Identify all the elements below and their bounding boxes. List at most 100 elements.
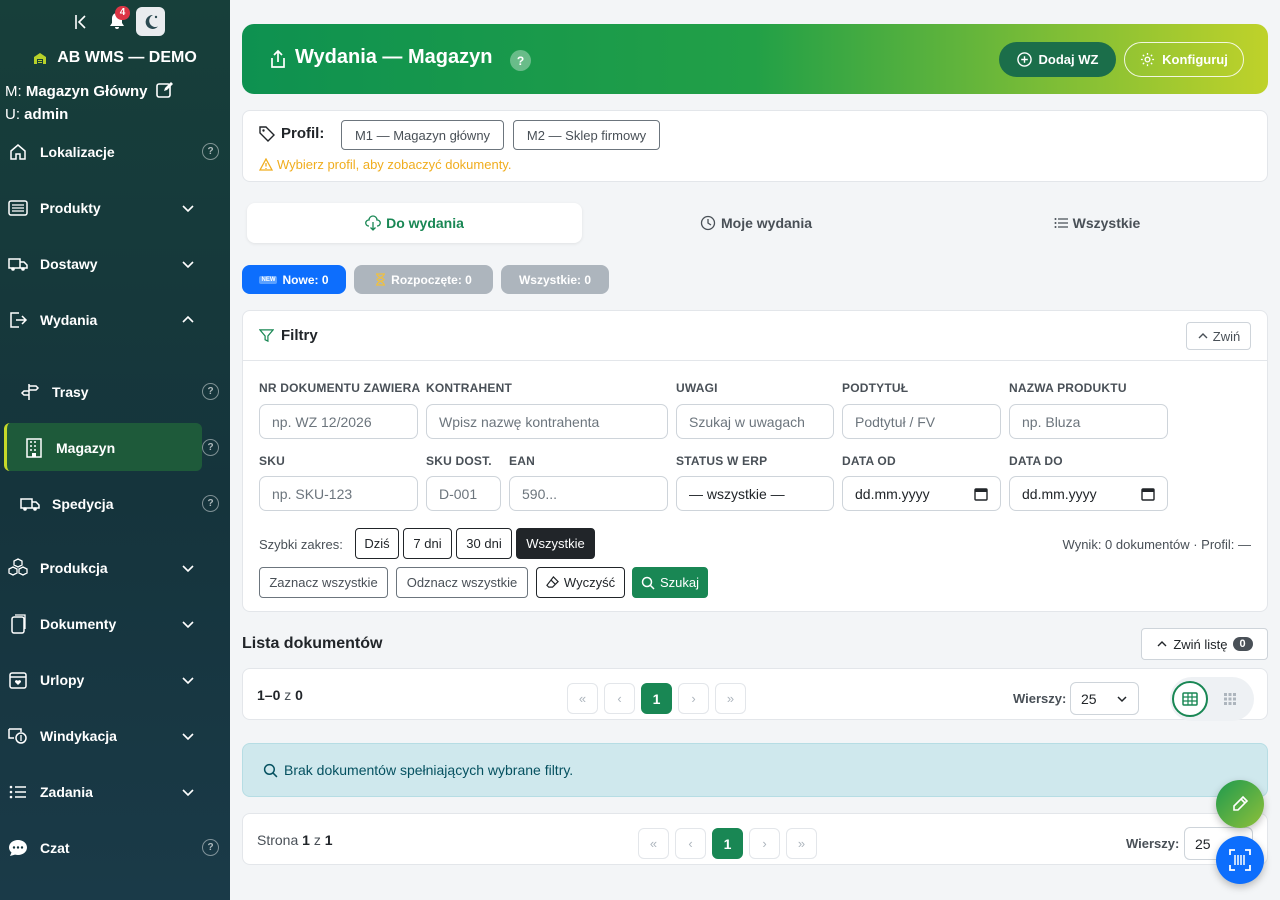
- ean-input[interactable]: 590...: [509, 476, 668, 511]
- last-page-button[interactable]: »: [786, 828, 817, 859]
- subtitle-input[interactable]: Podtytuł / FV: [842, 404, 1001, 439]
- sidebar-item-dostawy[interactable]: Dostawy: [0, 246, 230, 282]
- help-icon[interactable]: ?: [202, 383, 219, 400]
- quick-7-days-button[interactable]: 7 dni: [403, 528, 452, 559]
- tab-wszystkie[interactable]: Wszystkie: [930, 203, 1264, 243]
- search-label: Szukaj: [659, 575, 700, 590]
- quick-30-days-button[interactable]: 30 dni: [456, 528, 512, 559]
- sidebar-item-trasy[interactable]: Trasy ?: [0, 374, 230, 410]
- list-title: Lista dokumentów: [242, 635, 383, 652]
- warehouse-context: M: Magazyn Główny: [5, 81, 174, 102]
- sidebar-item-spedycja[interactable]: Spedycja ?: [0, 486, 230, 522]
- calendar-icon[interactable]: [1141, 487, 1155, 501]
- box-arrow-right-icon: [8, 310, 28, 330]
- profile-warning-text: Wybierz profil, aby zobaczyć dokumenty.: [277, 157, 512, 172]
- warehouse-name: Magazyn Główny: [25, 83, 148, 100]
- next-page-button[interactable]: ›: [749, 828, 780, 859]
- rows-per-page-value: 25: [1081, 690, 1097, 707]
- help-icon[interactable]: ?: [202, 143, 219, 160]
- counter-started-label: Rozpoczęte: 0: [391, 272, 472, 287]
- calendar-icon[interactable]: [974, 487, 988, 501]
- sidebar: 4 AB WMS — DEMO M: Magazyn Główny U: adm…: [0, 0, 230, 900]
- notes-label: UWAGI: [676, 381, 718, 395]
- search-icon: [263, 763, 278, 778]
- tab-do-wydania[interactable]: Do wydania: [247, 203, 582, 243]
- date-from-label: DATA OD: [842, 454, 896, 468]
- configure-button[interactable]: Konfiguruj: [1124, 42, 1244, 77]
- list-count-badge: 0: [1232, 637, 1253, 651]
- moon-stars-icon[interactable]: [136, 7, 165, 36]
- edit-warehouse-icon[interactable]: [155, 81, 174, 99]
- current-page-button[interactable]: 1: [712, 828, 743, 859]
- sidebar-item-magazyn[interactable]: Magazyn ?: [0, 430, 230, 466]
- sidebar-item-produkty[interactable]: Produkty: [0, 190, 230, 226]
- counter-started[interactable]: Rozpoczęte: 0: [354, 265, 493, 294]
- last-page-button[interactable]: »: [715, 683, 746, 714]
- first-page-button[interactable]: «: [567, 683, 598, 714]
- filters-collapse-button[interactable]: Zwiń: [1186, 322, 1251, 350]
- sidebar-item-czat[interactable]: Czat ?: [0, 830, 230, 866]
- deselect-all-button[interactable]: Odznacz wszystkie: [396, 567, 528, 598]
- edit-fab-button[interactable]: [1216, 780, 1264, 828]
- sidebar-item-windykacja[interactable]: Windykacja: [0, 718, 230, 754]
- signpost-icon: [20, 382, 40, 402]
- counter-new[interactable]: NEW Nowe: 0: [242, 265, 346, 294]
- warehouse-logo-icon: [33, 51, 47, 65]
- date-from-input[interactable]: dd.mm.yyyy: [842, 476, 1001, 511]
- collapse-sidebar-icon[interactable]: [70, 12, 90, 32]
- prev-page-button[interactable]: ‹: [675, 828, 706, 859]
- chevron-down-icon: [180, 200, 196, 216]
- table-view-button[interactable]: [1172, 681, 1208, 717]
- sidebar-item-label: Lokalizacje: [40, 144, 115, 160]
- sidebar-item-lokalizacje[interactable]: Lokalizacje ?: [0, 134, 230, 170]
- doc-no-input[interactable]: np. WZ 12/2026: [259, 404, 418, 439]
- hourglass-icon: [375, 273, 386, 286]
- list-collapse-label: Zwiń listę: [1173, 636, 1228, 652]
- sidebar-item-urlopy[interactable]: Urlopy: [0, 662, 230, 698]
- profile-option-m2[interactable]: M2 — Sklep firmowy: [513, 120, 660, 150]
- sku-input[interactable]: np. SKU-123: [259, 476, 418, 511]
- current-page-button[interactable]: 1: [641, 683, 672, 714]
- sidebar-item-wydania[interactable]: Wydania: [0, 302, 230, 338]
- product-input[interactable]: np. Bluza: [1009, 404, 1168, 439]
- user-label: U:: [5, 106, 20, 123]
- sidebar-item-produkcja[interactable]: Produkcja: [0, 550, 230, 586]
- clear-button[interactable]: Wyczyść: [536, 567, 625, 598]
- counter-all[interactable]: Wszystkie: 0: [501, 265, 609, 294]
- contractor-input[interactable]: Wpisz nazwę kontrahenta: [426, 404, 668, 439]
- profile-option-m1[interactable]: M1 — Magazyn główny: [341, 120, 504, 150]
- sidebar-item-label: Urlopy: [40, 672, 85, 688]
- sidebar-item-zadania[interactable]: Zadania: [0, 774, 230, 810]
- help-icon[interactable]: ?: [510, 50, 531, 71]
- filters-title-text: Filtry: [281, 327, 318, 344]
- list-collapse-button[interactable]: Zwiń listę 0: [1141, 628, 1268, 660]
- rows-per-page-select[interactable]: 25: [1070, 682, 1139, 715]
- help-icon[interactable]: ?: [202, 495, 219, 512]
- help-icon[interactable]: ?: [202, 839, 219, 856]
- sku-supplier-input[interactable]: D-001: [426, 476, 501, 511]
- barcode-scan-fab-button[interactable]: [1216, 836, 1264, 884]
- page-text: Strona 1 z 1: [257, 832, 333, 848]
- first-page-button[interactable]: «: [638, 828, 669, 859]
- notes-input[interactable]: Szukaj w uwagach: [676, 404, 834, 439]
- sidebar-item-label: Zadania: [40, 784, 93, 800]
- profile-label: Profil:: [259, 125, 324, 142]
- sidebar-item-dokumenty[interactable]: Dokumenty: [0, 606, 230, 642]
- date-to-input[interactable]: dd.mm.yyyy: [1009, 476, 1168, 511]
- select-all-button[interactable]: Zaznacz wszystkie: [259, 567, 388, 598]
- table-icon: [1182, 692, 1198, 706]
- tab-label: Wszystkie: [1072, 215, 1141, 231]
- tab-moje-wydania[interactable]: Moje wydania: [586, 203, 926, 243]
- add-wz-button[interactable]: Dodaj WZ: [999, 42, 1116, 77]
- grid-view-icon[interactable]: [1222, 691, 1238, 707]
- home-icon: [8, 142, 28, 162]
- erp-status-select[interactable]: — wszystkie —: [676, 476, 834, 511]
- next-page-button[interactable]: ›: [678, 683, 709, 714]
- search-button[interactable]: Szukaj: [632, 567, 708, 598]
- prev-page-button[interactable]: ‹: [604, 683, 635, 714]
- list-icon: [1054, 216, 1068, 230]
- help-icon[interactable]: ?: [202, 439, 219, 456]
- quick-today-button[interactable]: Dziś: [355, 528, 399, 559]
- quick-all-button[interactable]: Wszystkie: [516, 528, 595, 559]
- profile-warning: Wybierz profil, aby zobaczyć dokumenty.: [259, 157, 511, 172]
